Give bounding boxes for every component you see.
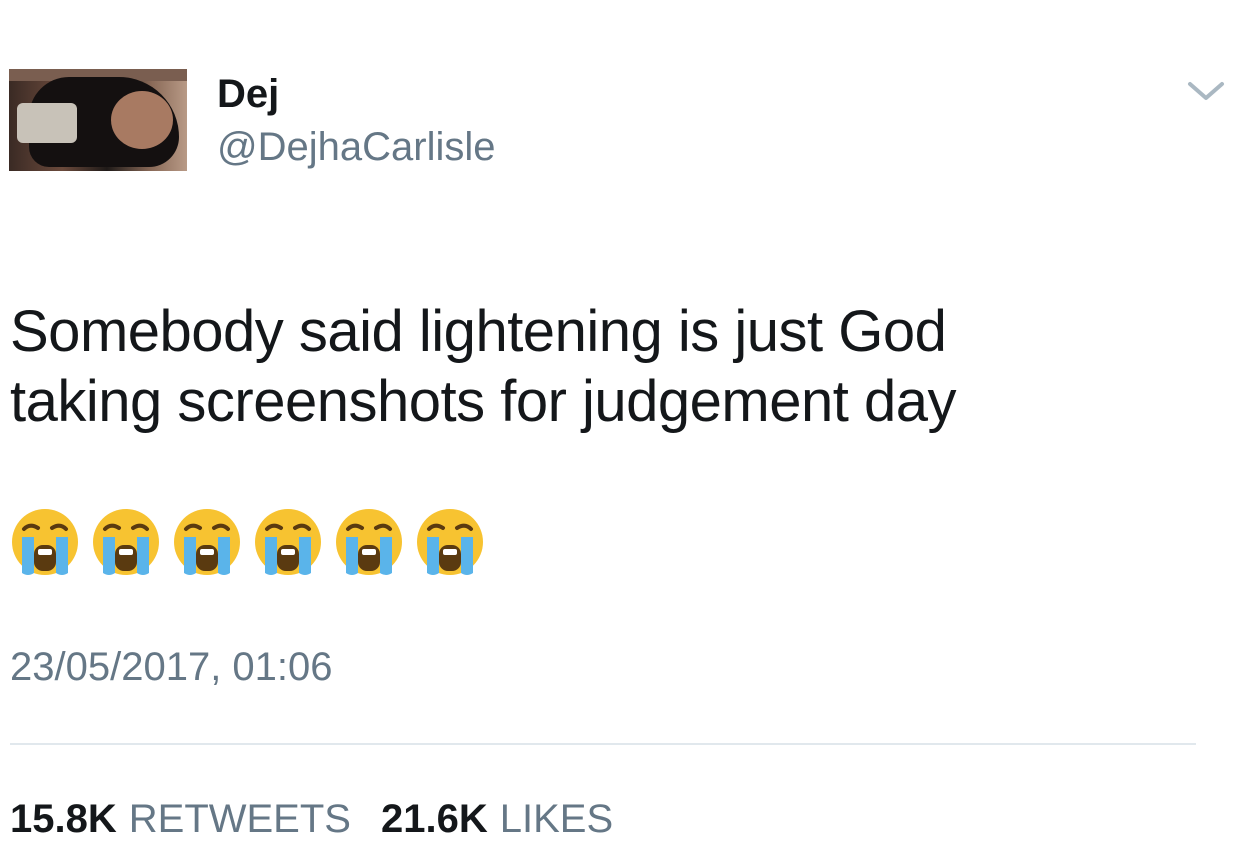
likes-count: 21.6K — [380, 797, 488, 841]
loudly-crying-face-emoji — [417, 509, 483, 575]
avatar[interactable] — [9, 69, 187, 171]
retweets-stat[interactable]: 15.8K RETWEETS — [10, 797, 351, 841]
tweet-text: Somebody said lightening is just God tak… — [10, 299, 957, 434]
likes-stat[interactable]: 21.6K LIKES — [381, 797, 613, 841]
emoji-row — [10, 507, 496, 577]
tweet-stats: 15.8K RETWEETS 21.6K LIKES — [10, 795, 613, 843]
tweet-timestamp[interactable]: 23/05/2017, 01:06 — [10, 643, 333, 691]
chevron-down-icon[interactable] — [1184, 76, 1228, 106]
author-handle[interactable]: @DejhaCarlisle — [217, 123, 495, 171]
loudly-crying-face-emoji — [12, 509, 78, 575]
loudly-crying-face-emoji — [174, 509, 240, 575]
loudly-crying-face-emoji — [93, 509, 159, 575]
avatar-face — [111, 91, 173, 149]
author-name[interactable]: Dej — [217, 70, 279, 118]
loudly-crying-face-emoji — [336, 509, 402, 575]
tweet-card: Dej @DejhaCarlisle Somebody said lighten… — [0, 0, 1242, 865]
divider — [10, 743, 1196, 745]
retweets-label: RETWEETS — [128, 797, 351, 841]
retweets-count: 15.8K — [10, 797, 117, 841]
loudly-crying-face-emoji — [255, 509, 321, 575]
likes-label: LIKES — [499, 797, 614, 841]
avatar-highlight — [17, 103, 77, 143]
